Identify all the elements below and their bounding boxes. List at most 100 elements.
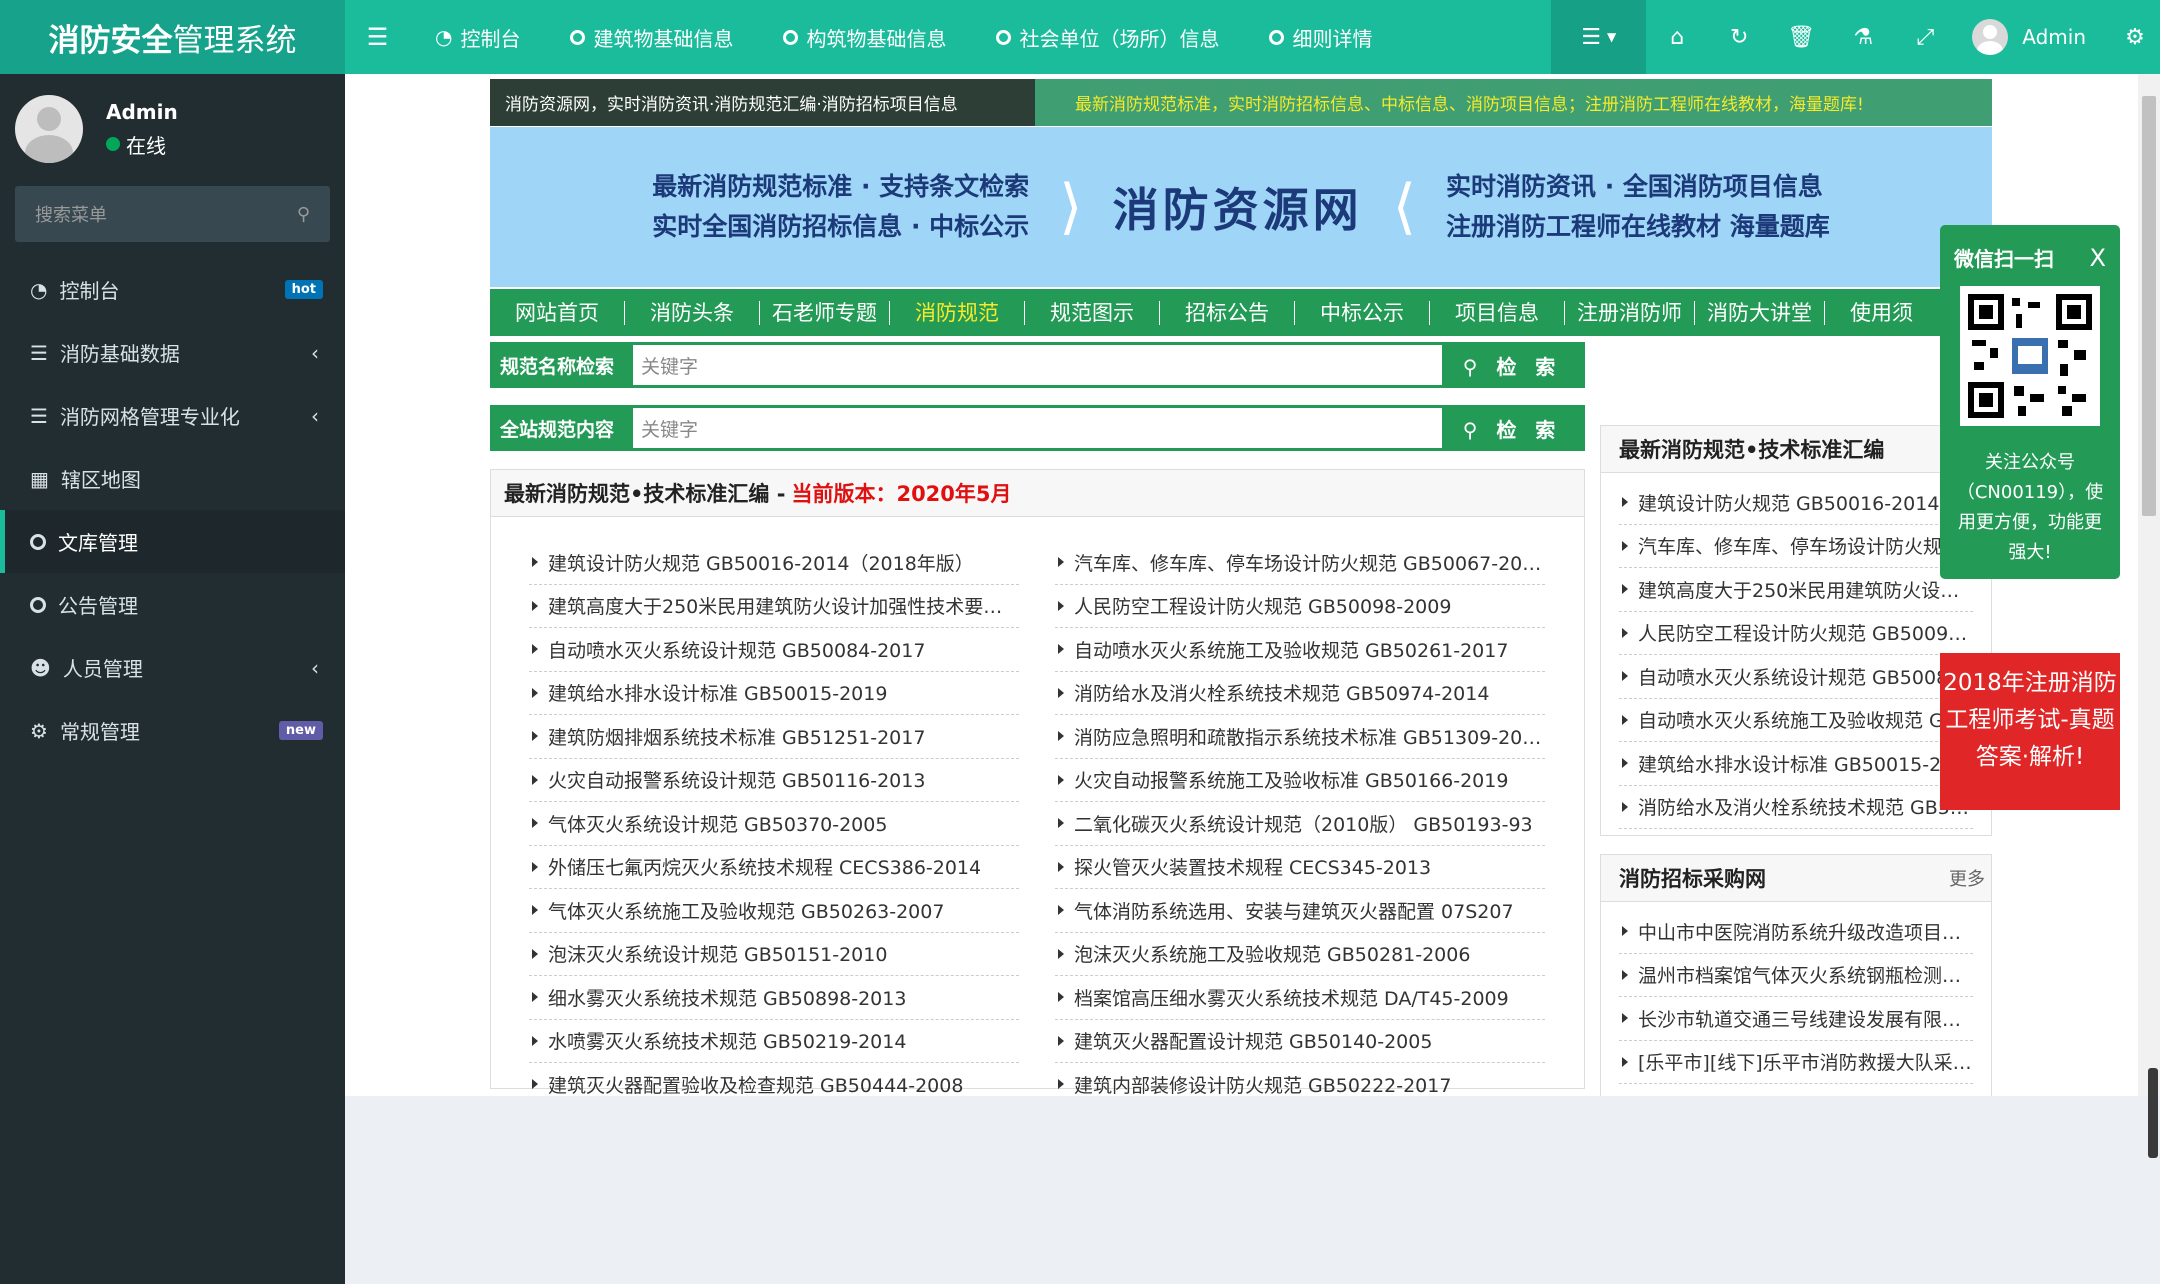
list-item[interactable]: 自动喷水灭火系统设计规范 GB50084-2017 bbox=[529, 628, 1019, 672]
list-item[interactable]: 消防给水及消火栓系统技术规范 GB50974-2014 bbox=[1055, 672, 1545, 715]
list-item[interactable]: 火灾自动报警系统设计规范 GB50116-2013 bbox=[529, 759, 1019, 802]
search-button[interactable]: ⚲ 检 索 bbox=[1442, 351, 1582, 380]
sidebar-item-dashboard[interactable]: ◔ 控制台 hot bbox=[0, 258, 345, 321]
list-item[interactable]: 建筑防烟排烟系统技术标准 GB51251-2017 bbox=[529, 715, 1019, 759]
list-item[interactable]: 气体灭火系统设计规范 GB50370-2005 bbox=[529, 802, 1019, 846]
wechat-text: 关注公众号（CN00119），使用更方便，功能更强大! bbox=[1956, 452, 2104, 563]
list-item[interactable]: 消防给水及消火栓系统技术规范 GB50974... bbox=[1619, 786, 1973, 829]
settings-icon[interactable]: ⚙ bbox=[2110, 0, 2160, 74]
side-widget[interactable] bbox=[2148, 1068, 2158, 1158]
list-item[interactable]: 建筑给水排水设计标准 GB50015-2019 bbox=[1619, 742, 1973, 786]
topnav-dashboard[interactable]: ◔ 控制台 bbox=[410, 0, 545, 74]
standard-name-search-input[interactable]: 关键字 bbox=[633, 345, 1442, 385]
user-menu[interactable]: Admin bbox=[1956, 19, 2110, 55]
bullet-icon bbox=[1058, 687, 1064, 698]
list-item[interactable]: 细水雾灭火系统技术规范 GB50898-2013 bbox=[529, 976, 1019, 1020]
list-item[interactable]: [乐平市][线下]乐平市消防救援大队采购智... bbox=[1619, 1041, 1973, 1084]
list-item[interactable]: 泡沫灭火系统施工及验收规范 GB50281-2006 bbox=[1055, 933, 1545, 976]
sidebar-item-label: 消防网格管理专业化 bbox=[59, 405, 240, 429]
standards-left-column: 建筑设计防火规范 GB50016-2014（2018年版） 建筑高度大于250米民… bbox=[529, 541, 1019, 1096]
list-item[interactable]: 外储压七氟丙烷灭火系统技术规程 CECS386-2014 bbox=[529, 846, 1019, 889]
bidding-list: 中山市中医院消防系统升级改造项目（第... 温州市档案馆气体灭火系统钢瓶检测项目.… bbox=[1601, 902, 1991, 1096]
list-item[interactable]: 档案馆高压细水雾灭火系统技术规范 DA/T45-2009 bbox=[1055, 976, 1545, 1020]
sidebar-item-announcements[interactable]: 公告管理 bbox=[0, 573, 345, 636]
list-item[interactable]: 建筑高度大于250米民用建筑防火设计加强性技术要求（... bbox=[529, 585, 1019, 628]
sidebar-item-fire-basic-data[interactable]: ☰ 消防基础数据 ‹ bbox=[0, 321, 345, 384]
list-item[interactable]: 建筑设计防火规范 GB50016-2014（2018年版） bbox=[1619, 481, 1973, 525]
site-banner[interactable]: 最新消防规范标准 · 支持条文检索 实时全国消防招标信息 · 中标公示 ⟩ 消防… bbox=[490, 127, 1992, 287]
site-nav-item[interactable]: 中标公示 bbox=[1295, 300, 1430, 325]
translate-icon[interactable]: ⚗ bbox=[1832, 0, 1894, 74]
list-item[interactable]: 汽车库、修车库、停车场设计防火规范 GB50067-2014 bbox=[1055, 541, 1545, 585]
search-button[interactable]: ⚲ 检 索 bbox=[1442, 414, 1582, 443]
bullet-icon bbox=[532, 1079, 538, 1090]
site-nav-item[interactable]: 使用须 bbox=[1825, 301, 1938, 325]
site-nav-item[interactable]: 石老师专题 bbox=[760, 300, 890, 325]
topnav-unit-info[interactable]: 社会单位（场所）信息 bbox=[971, 0, 1244, 74]
list-item[interactable]: 二氧化碳灭火系统设计规范（2010版） GB50193-93 bbox=[1055, 802, 1545, 846]
site-nav-item-active[interactable]: 消防规范 bbox=[890, 300, 1025, 325]
search-icon[interactable]: ⚲ bbox=[297, 204, 310, 225]
list-item-text: 消防给水及消火栓系统技术规范 GB50974-2014 bbox=[1074, 683, 1490, 706]
site-nav-item[interactable]: 消防头条 bbox=[625, 300, 760, 325]
list-item-text: 人民防空工程设计防火规范 GB50098-2009 bbox=[1074, 596, 1452, 619]
menu-search-input[interactable]: 搜索菜单 ⚲ bbox=[15, 186, 330, 242]
list-item[interactable]: 人民防空工程设计防火规范 GB50098-2009 bbox=[1055, 585, 1545, 628]
list-item-text: 汽车库、修车库、停车场设计防火规范... bbox=[1638, 536, 1973, 559]
full-site-search-input[interactable]: 关键字 bbox=[633, 408, 1442, 448]
bullet-icon bbox=[1058, 818, 1064, 829]
refresh-icon[interactable]: ↻ bbox=[1708, 0, 1770, 74]
site-nav-item[interactable]: 网站首页 bbox=[490, 300, 625, 325]
list-item[interactable]: 中山市中医院消防系统升级改造项目（第... bbox=[1619, 910, 1973, 954]
list-item[interactable]: 建筑灭火器配置设计规范 GB50140-2005 bbox=[1055, 1020, 1545, 1063]
bullet-icon bbox=[532, 905, 538, 916]
bullet-icon bbox=[532, 774, 538, 785]
sidebar-item-district-map[interactable]: ▦ 辖区地图 bbox=[0, 447, 345, 510]
list-item[interactable]: 建筑设计防火规范 GB50016-2014（2018年版） bbox=[529, 541, 1019, 585]
more-link[interactable]: 更多 bbox=[1949, 865, 1985, 891]
site-nav-item[interactable]: 消防大讲堂 bbox=[1695, 300, 1825, 325]
sidebar-item-general[interactable]: ⚙ 常规管理 new bbox=[0, 699, 345, 762]
app-logo[interactable]: 消防安全 管理系统 bbox=[0, 0, 345, 74]
topnav-structure-info[interactable]: 构筑物基础信息 bbox=[758, 0, 971, 74]
home-icon[interactable]: ⌂ bbox=[1646, 0, 1708, 74]
site-nav-item[interactable]: 注册消防师 bbox=[1565, 300, 1695, 325]
list-item[interactable]: 阳山县人民医院火灾自动报警系统更换工... bbox=[1619, 1084, 1973, 1097]
site-nav-item[interactable]: 招标公告 bbox=[1160, 300, 1295, 325]
sidebar-item-personnel[interactable]: ☻ 人员管理 ‹ bbox=[0, 636, 345, 699]
list-item[interactable]: 建筑给水排水设计标准 GB50015-2019 bbox=[529, 672, 1019, 715]
list-item[interactable]: 水喷雾灭火系统技术规范 GB50219-2014 bbox=[529, 1020, 1019, 1063]
list-item[interactable]: 气体消防系统选用、安装与建筑灭火器配置 07S207 bbox=[1055, 889, 1545, 933]
close-icon[interactable]: X bbox=[2090, 244, 2106, 272]
list-item[interactable]: 人民防空工程设计防火规范 GB50098-2009 bbox=[1619, 612, 1973, 655]
fullscreen-icon[interactable]: ⤢ bbox=[1894, 0, 1956, 74]
list-item[interactable]: 自动喷水灭火系统施工及验收规范 GB50261-2017 bbox=[1055, 628, 1545, 672]
sidebar-toggle-icon[interactable]: ☰ bbox=[345, 0, 410, 74]
bullet-icon bbox=[1622, 1013, 1628, 1024]
list-item[interactable]: 火灾自动报警系统施工及验收标准 GB50166-2019 bbox=[1055, 759, 1545, 802]
sidebar-item-grid-management[interactable]: ☰ 消防网格管理专业化 ‹ bbox=[0, 384, 345, 447]
site-nav-item[interactable]: 规范图示 bbox=[1025, 300, 1160, 325]
list-item[interactable]: 自动喷水灭火系统施工及验收规范 GB50... bbox=[1619, 699, 1973, 742]
site-nav-item[interactable]: 项目信息 bbox=[1430, 300, 1565, 325]
list-item[interactable]: 消防应急照明和疏散指示系统技术标准 GB51309-2018 bbox=[1055, 715, 1545, 759]
list-item[interactable]: 泡沫灭火系统设计规范 GB50151-2010 bbox=[529, 933, 1019, 976]
full-site-search: 全站规范内容 关键字 ⚲ 检 索 bbox=[490, 405, 1585, 451]
topnav-building-info[interactable]: 建筑物基础信息 bbox=[545, 0, 758, 74]
topnav-rules-detail[interactable]: 细则详情 bbox=[1244, 0, 1397, 74]
content-scrollbar[interactable] bbox=[2138, 74, 2160, 1096]
list-item[interactable]: 汽车库、修车库、停车场设计防火规范... bbox=[1619, 525, 1973, 568]
exam-ad-banner[interactable]: 2018年注册消防工程师考试-真题答案·解析! bbox=[1940, 653, 2120, 810]
list-item[interactable]: 建筑高度大于250米民用建筑防火设计加... bbox=[1619, 568, 1973, 612]
scrollbar-thumb[interactable] bbox=[2142, 96, 2156, 516]
list-item[interactable]: 建筑灭火器配置验收及检查规范 GB50444-2008 bbox=[529, 1063, 1019, 1096]
list-item[interactable]: 长沙市轨道交通三号线建设发展有限公司... bbox=[1619, 997, 1973, 1041]
trash-icon[interactable]: 🗑 bbox=[1770, 0, 1832, 74]
sidebar-item-library[interactable]: 文库管理 bbox=[0, 510, 345, 573]
list-dropdown-button[interactable]: ☰ ▼ bbox=[1551, 0, 1647, 74]
list-item[interactable]: 探火管灭火装置技术规程 CECS345-2013 bbox=[1055, 846, 1545, 889]
list-item[interactable]: 气体灭火系统施工及验收规范 GB50263-2007 bbox=[529, 889, 1019, 933]
list-item[interactable]: 温州市档案馆气体灭火系统钢瓶检测项目... bbox=[1619, 954, 1973, 997]
list-item[interactable]: 自动喷水灭火系统设计规范 GB50084-20... bbox=[1619, 655, 1973, 699]
list-item[interactable]: 建筑内部装修设计防火规范 GB50222-2017 bbox=[1055, 1063, 1545, 1096]
